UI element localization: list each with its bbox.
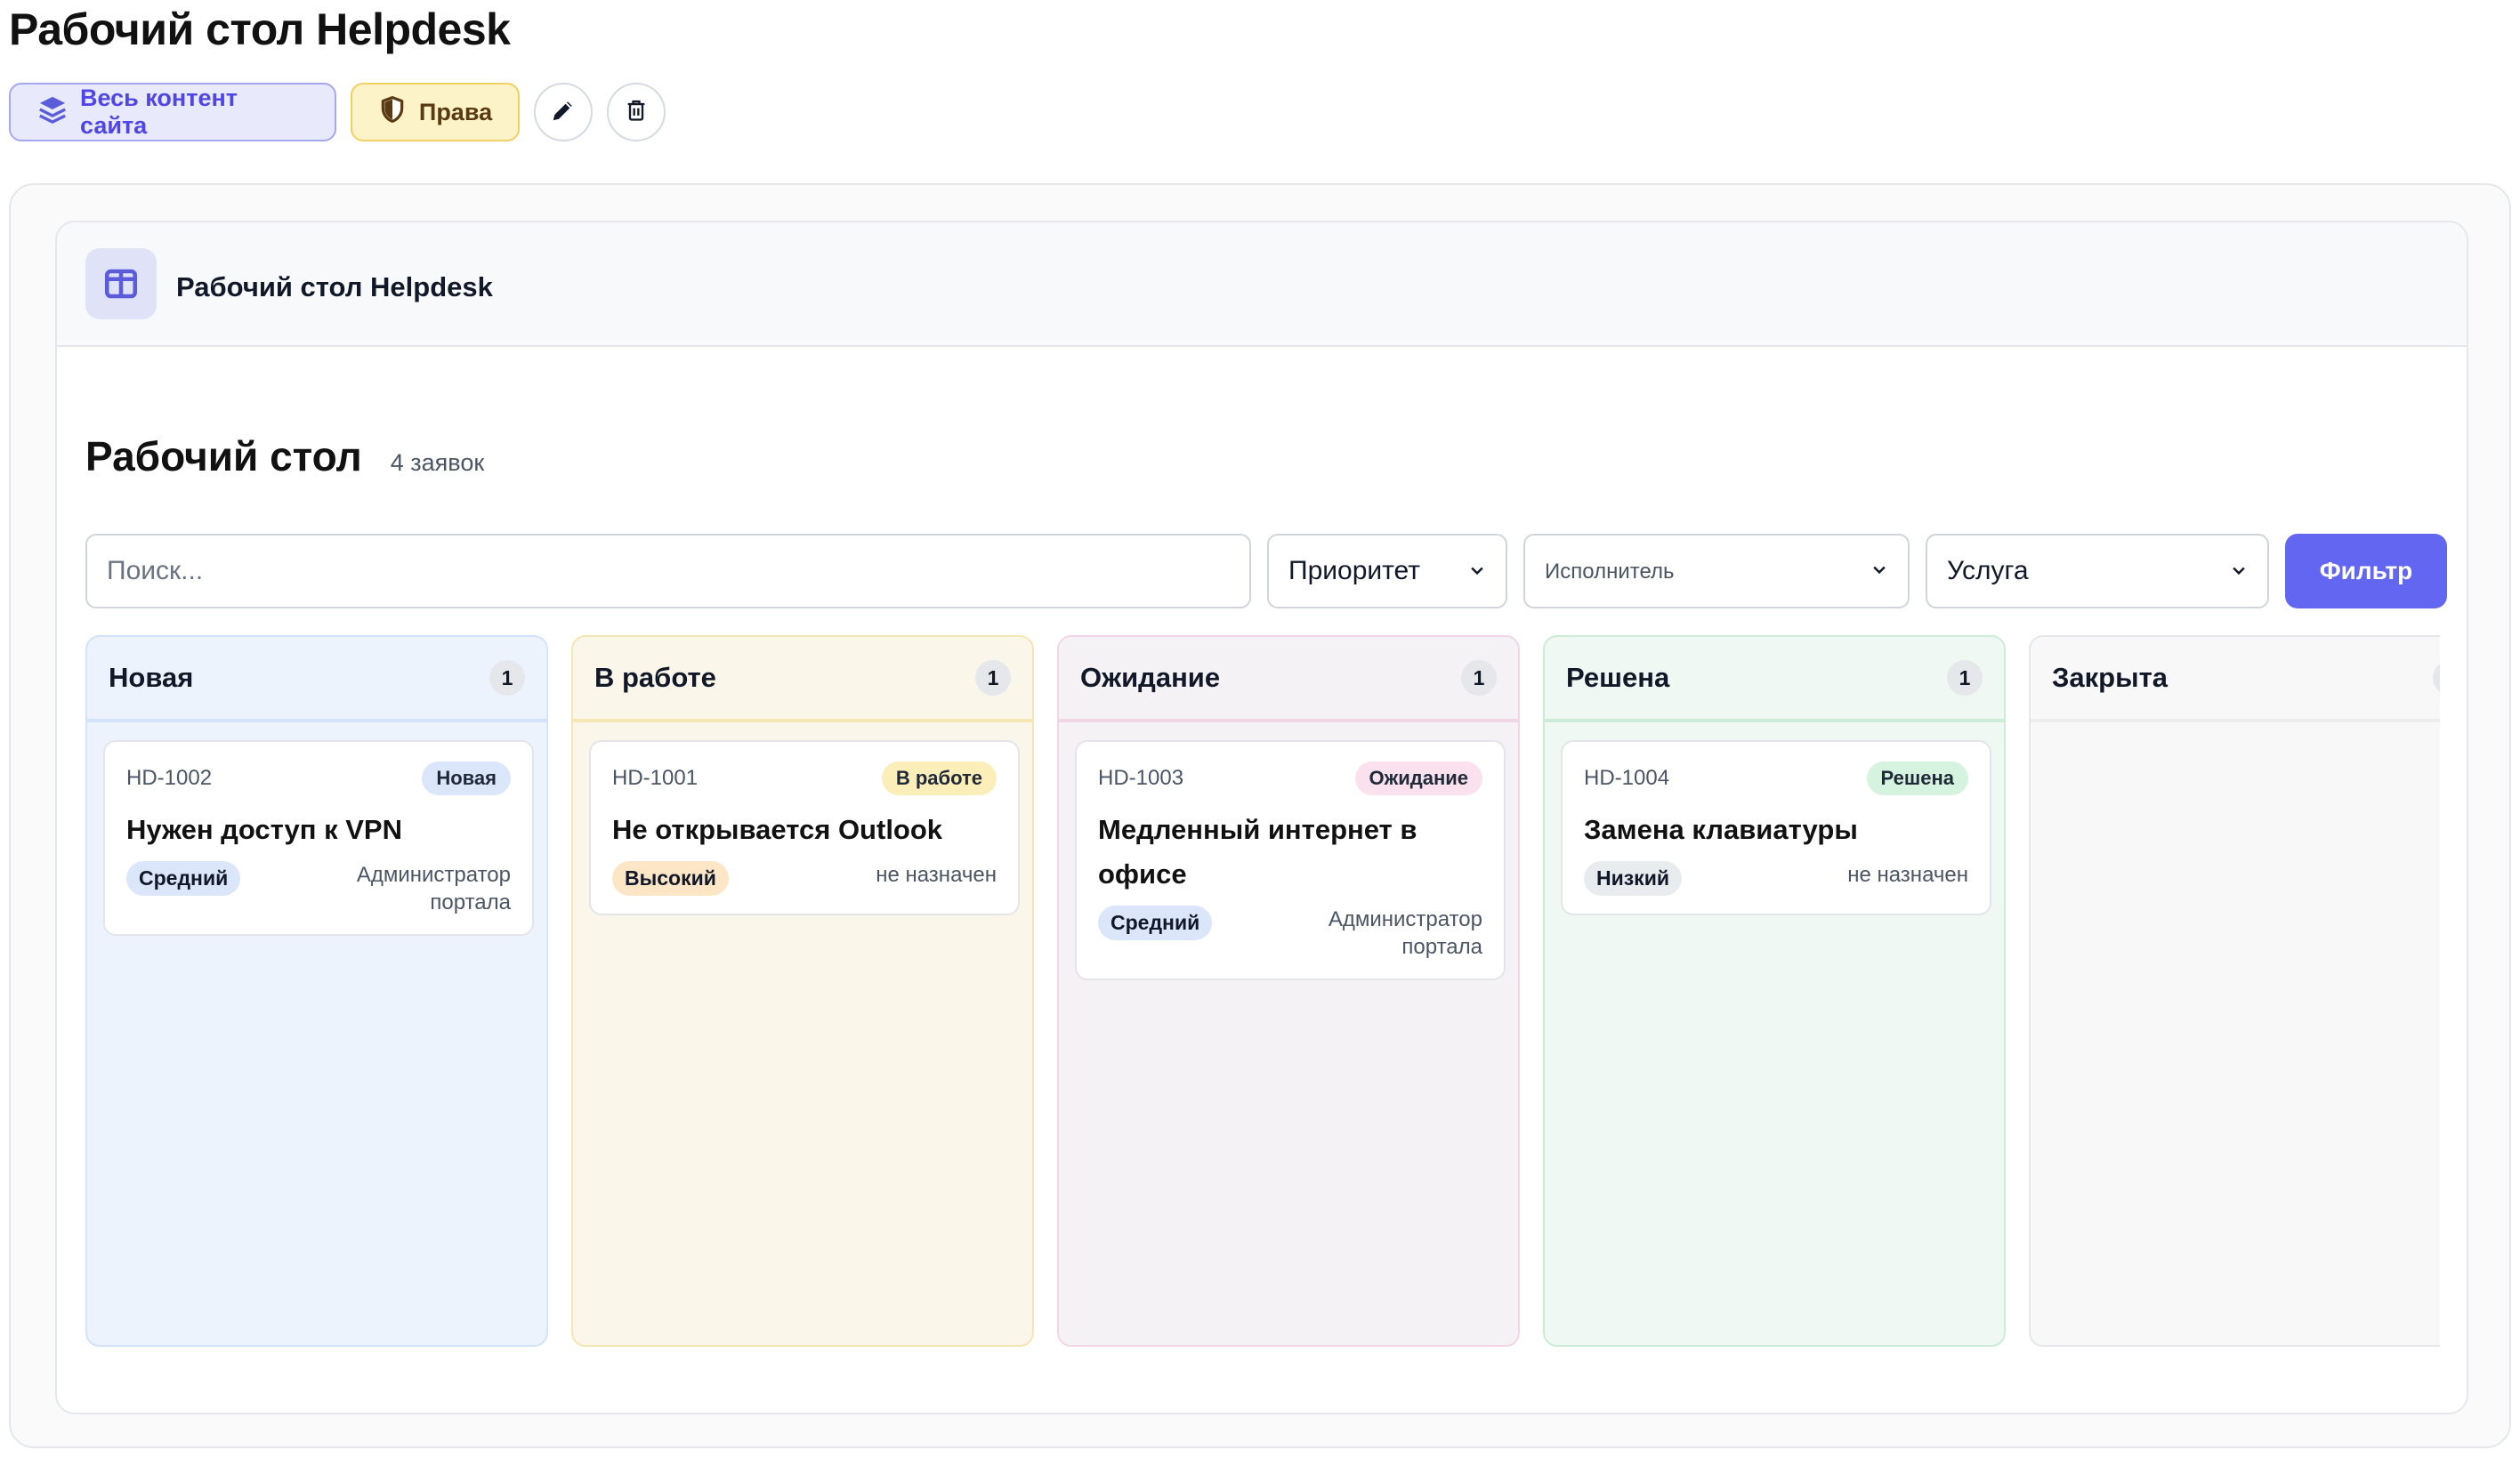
column-count: 1 (489, 660, 525, 696)
status-badge: Решена (1866, 761, 1968, 795)
ticket-card[interactable]: HD-1002 Новая Нужен доступ к VPN Средний… (103, 740, 534, 936)
helpdesk-panel: Рабочий стол Helpdesk Рабочий стол 4 зая… (55, 221, 2468, 1414)
ticket-title: Замена клавиатуры (1584, 814, 1858, 845)
priority-select-value: Приоритет (1288, 556, 1420, 585)
chevron-down-icon (1468, 556, 1486, 586)
toolbar: Весь контент сайта Права (9, 83, 666, 141)
panel-title: Рабочий стол Helpdesk (176, 271, 493, 302)
column-title: Решена (1566, 662, 1670, 693)
ticket-id: HD-1001 (612, 766, 699, 790)
column-in-work: В работе 1 HD-1001 В работе Не открывает… (571, 635, 1034, 1347)
column-count: 1 (1461, 660, 1497, 696)
ticket-count: 4 заявок (390, 449, 485, 476)
status-badge: Новая (422, 761, 511, 795)
priority-badge: Высокий (612, 861, 729, 896)
chevron-down-icon (1870, 558, 1888, 585)
content-container: Рабочий стол Helpdesk Рабочий стол 4 зая… (9, 183, 2511, 1448)
column-solved: Решена 1 HD-1004 Решена Замена клавиатур… (1543, 635, 2006, 1347)
column-header: Решена 1 (1545, 637, 2004, 722)
priority-badge: Низкий (1584, 861, 1682, 896)
layers-icon (37, 94, 68, 131)
column-header: Новая 1 (87, 637, 546, 722)
ticket-card[interactable]: HD-1003 Ожидание Медленный интернет в оф… (1075, 740, 1506, 980)
desk-title-row: Рабочий стол 4 заявок (85, 432, 484, 480)
assignee-select-value: Исполнитель (1545, 559, 1675, 584)
column-closed: Закрыта 0 (2029, 635, 2440, 1347)
service-select[interactable]: Услуга (1926, 534, 2269, 608)
column-header: Закрыта 0 (2031, 637, 2440, 722)
ticket-assignee: не назначен (1847, 863, 1968, 887)
search-input[interactable]: Поиск... (85, 534, 1251, 608)
assignee-select[interactable]: Исполнитель (1523, 534, 1910, 608)
layout-icon (85, 248, 157, 319)
column-title: Ожидание (1080, 662, 1221, 693)
service-select-value: Услуга (1947, 556, 2029, 585)
all-site-content-button[interactable]: Весь контент сайта (9, 83, 336, 141)
panel-header: Рабочий стол Helpdesk (57, 222, 2467, 347)
filter-bar: Поиск... Приоритет Исполнитель Услуга Фи… (85, 534, 2447, 608)
all-site-content-label: Весь контент сайта (80, 85, 238, 139)
kanban-board: Новая 1 HD-1002 Новая Нужен доступ к VPN… (85, 635, 2440, 1347)
priority-select[interactable]: Приоритет (1267, 534, 1507, 608)
chevron-down-icon (2230, 556, 2248, 586)
ticket-id: HD-1002 (126, 766, 213, 790)
delete-button[interactable] (607, 83, 666, 141)
page-title: Рабочий стол Helpdesk (9, 4, 511, 54)
ticket-title: Медленный интернет в офисе (1098, 814, 1418, 890)
column-count: 1 (1947, 660, 1983, 696)
pencil-icon (550, 97, 577, 128)
ticket-card[interactable]: HD-1004 Решена Замена клавиатуры Низкий … (1561, 740, 1991, 915)
ticket-title: Нужен доступ к VPN (126, 814, 402, 845)
status-badge: В работе (881, 761, 997, 795)
column-title: В работе (594, 662, 716, 693)
ticket-id: HD-1004 (1584, 766, 1670, 790)
rights-label: Права (418, 98, 493, 125)
page: Рабочий стол Helpdesk Весь контент сайта… (0, 0, 2520, 1466)
column-header: Ожидание 1 (1059, 637, 1518, 722)
ticket-card[interactable]: HD-1001 В работе Не открывается Outlook … (589, 740, 1020, 915)
ticket-assignee: Администратор портала (356, 863, 511, 914)
desk-title: Рабочий стол (85, 433, 362, 479)
filter-button[interactable]: Фильтр (2285, 534, 2447, 608)
priority-badge: Средний (126, 861, 241, 896)
column-waiting: Ожидание 1 HD-1003 Ожидание Медленный ин… (1057, 635, 1520, 1347)
column-new: Новая 1 HD-1002 Новая Нужен доступ к VPN… (85, 635, 548, 1347)
shield-icon (378, 95, 407, 130)
status-badge: Ожидание (1354, 761, 1482, 795)
column-title: Новая (109, 662, 194, 693)
column-title: Закрыта (2052, 662, 2169, 693)
ticket-title: Не открывается Outlook (612, 814, 943, 845)
ticket-id: HD-1003 (1098, 766, 1184, 790)
column-count: 1 (975, 660, 1011, 696)
edit-button[interactable] (534, 83, 593, 141)
ticket-assignee: Администратор портала (1328, 907, 1482, 959)
priority-badge: Средний (1098, 906, 1213, 940)
column-header: В работе 1 (573, 637, 1032, 722)
rights-button[interactable]: Права (351, 83, 520, 141)
ticket-assignee: не назначен (876, 863, 997, 887)
trash-icon (624, 98, 649, 127)
column-count: 0 (2433, 660, 2440, 696)
